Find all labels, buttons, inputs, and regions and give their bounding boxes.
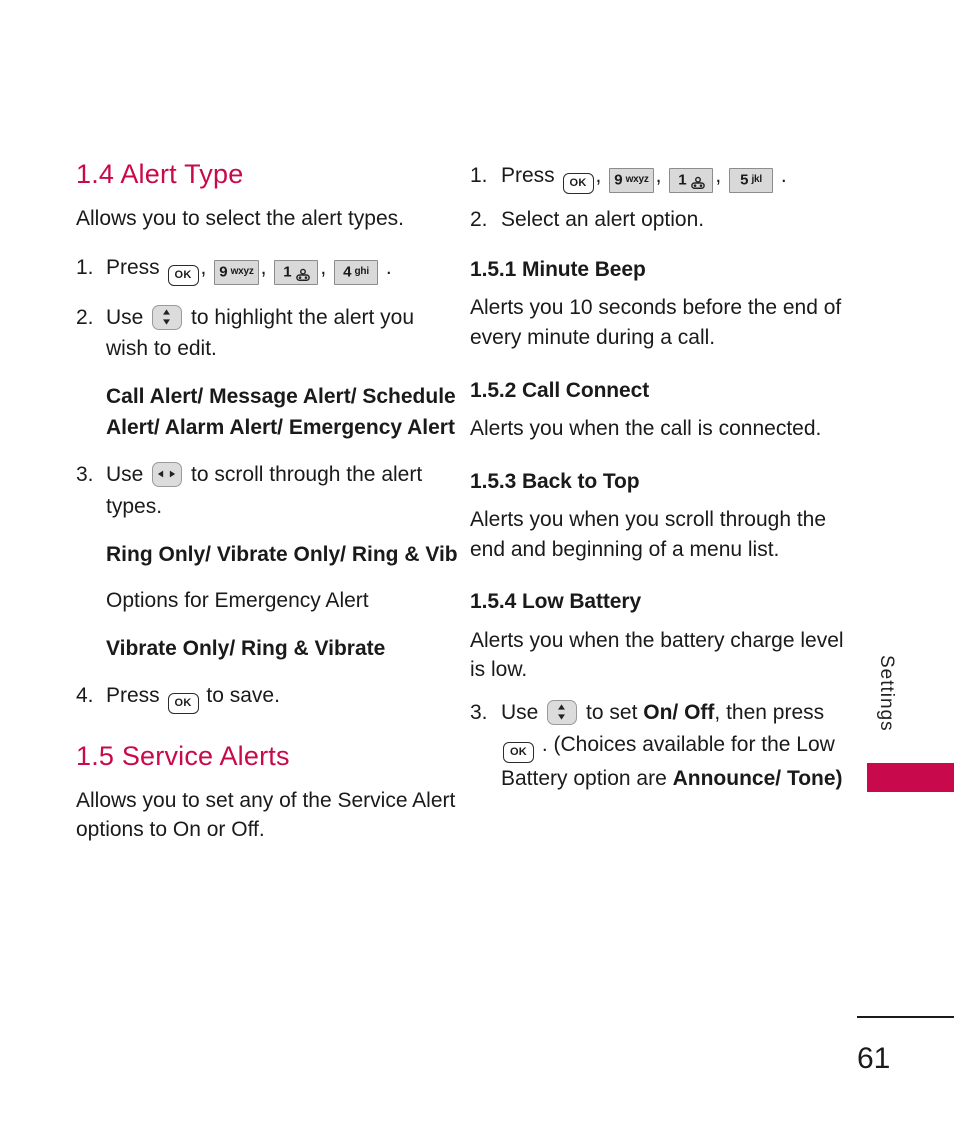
voicemail-icon: [295, 265, 310, 281]
right-step-3-number: 3.: [470, 701, 488, 725]
body-back-to-top: Alerts you when you scroll through the e…: [470, 507, 827, 561]
left-step-2-text-before: Use: [106, 305, 144, 329]
right-step-3-text-before: Use: [501, 701, 539, 725]
right-step-2: 2. Select an alert option.: [470, 204, 860, 236]
footer-rule: [857, 1016, 954, 1018]
left-step-2-number: 2.: [76, 305, 94, 329]
alert-type-options: Call Alert/ Message Alert/ Schedule Aler…: [106, 385, 456, 440]
comma-3: ,: [715, 164, 722, 187]
left-step-4-text-after: to save.: [206, 683, 280, 707]
key-4-letters: ghi: [354, 265, 370, 277]
right-step-3: 3. Use to set On/ Off, then press OK . (…: [470, 697, 860, 795]
right-step-2-number: 2.: [470, 208, 488, 231]
left-step-4: 4. Press OK to save.: [76, 680, 461, 714]
key-4-digit: 4: [343, 262, 352, 280]
key-5-letters: jkl: [751, 174, 762, 186]
up-down-nav-key: [547, 700, 578, 726]
right-step-1-terminator: .: [780, 164, 787, 187]
key-5-digit: 5: [740, 171, 749, 189]
service-alerts-intro: Allows you to set any of the Service Ale…: [76, 788, 456, 842]
key-1: 1: [669, 168, 714, 193]
key-9: 9 wxyz: [214, 259, 259, 285]
body-call-connect: Alerts you when the call is connected.: [470, 416, 822, 440]
comma-1: ,: [595, 164, 602, 187]
left-step-1-number: 1.: [76, 255, 94, 279]
heading-low-battery: 1.5.4 Low Battery: [470, 590, 642, 614]
right-step-1: 1. Press OK, 9 wxyz, 1, 5 jkl .: [470, 160, 860, 194]
side-tab-settings: Settings: [876, 655, 897, 732]
ok-key: OK: [167, 692, 199, 714]
key-4: 4 ghi: [334, 259, 379, 285]
key-9-digit: 9: [614, 171, 623, 189]
body-low-battery: Alerts you when the battery charge level…: [470, 628, 844, 682]
left-step-1: 1. Press OK, 9 wxyz, 1, 4 ghi .: [76, 252, 461, 286]
side-tab-color-block: [867, 763, 954, 792]
key-5: 5 jkl: [729, 168, 774, 193]
heading-call-connect: 1.5.2 Call Connect: [470, 378, 650, 402]
announce-tone-bold: Announce/ Tone): [672, 767, 843, 791]
emergency-alert-options: Vibrate Only/ Ring & Vibrate: [106, 636, 386, 660]
right-step-3-text-mid2: , then press: [714, 701, 825, 725]
right-step-3-text-mid1: to set: [586, 701, 638, 725]
section-heading-service-alerts: 1.5 Service Alerts: [76, 740, 290, 771]
alert-type-intro: Allows you to select the alert types.: [76, 206, 404, 230]
left-step-3-number: 3.: [76, 463, 94, 487]
up-down-nav-key: [152, 304, 183, 330]
key-9-letters: wxyz: [230, 265, 254, 277]
right-step-1-text-before: Press: [501, 164, 555, 187]
comma-1: ,: [200, 255, 207, 279]
comma-3: ,: [320, 255, 327, 279]
key-1-digit: 1: [678, 171, 687, 189]
body-minute-beep: Alerts you 10 seconds before the end of …: [470, 296, 842, 349]
ok-key: OK: [503, 742, 534, 764]
key-1-digit: 1: [283, 262, 292, 280]
left-step-3-text-before: Use: [106, 463, 144, 487]
left-step-1-text-before: Press: [106, 255, 160, 279]
comma-2: ,: [260, 255, 267, 279]
left-step-4-text-before: Press: [106, 683, 160, 707]
left-step-2: 2. Use to highlight the alert you wish t…: [76, 302, 461, 366]
on-off-bold: On/ Off: [643, 701, 715, 725]
emergency-alert-note: Options for Emergency Alert: [106, 589, 369, 613]
voicemail-icon: [690, 173, 705, 190]
right-step-1-number: 1.: [470, 164, 488, 187]
key-1: 1: [274, 259, 319, 285]
heading-back-to-top: 1.5.3 Back to Top: [470, 469, 640, 493]
ok-key: OK: [167, 264, 199, 286]
left-column: 1.4 Alert Type Allows you to select the …: [76, 159, 461, 863]
comma-2: ,: [655, 164, 662, 187]
ok-key: OK: [562, 173, 594, 194]
heading-minute-beep: 1.5.1 Minute Beep: [470, 257, 646, 281]
right-step-2-text: Select an alert option.: [501, 208, 705, 231]
page-number: 61: [857, 1042, 891, 1075]
alert-tone-options: Ring Only/ Vibrate Only/ Ring & Vib: [106, 543, 458, 567]
section-heading-alert-type: 1.4 Alert Type: [76, 159, 244, 189]
key-9: 9 wxyz: [609, 168, 654, 193]
key-9-letters: wxyz: [625, 174, 649, 186]
left-step-4-number: 4.: [76, 683, 94, 707]
left-step-3: 3. Use to scroll through the alert types…: [76, 459, 461, 523]
left-step-1-terminator: .: [385, 255, 392, 279]
left-right-nav-key: [152, 462, 183, 488]
manual-page: 1.4 Alert Type Allows you to select the …: [0, 0, 954, 1145]
key-9-digit: 9: [219, 262, 228, 280]
right-column: 1. Press OK, 9 wxyz, 1, 5 jkl . 2. Select …: [470, 160, 860, 811]
